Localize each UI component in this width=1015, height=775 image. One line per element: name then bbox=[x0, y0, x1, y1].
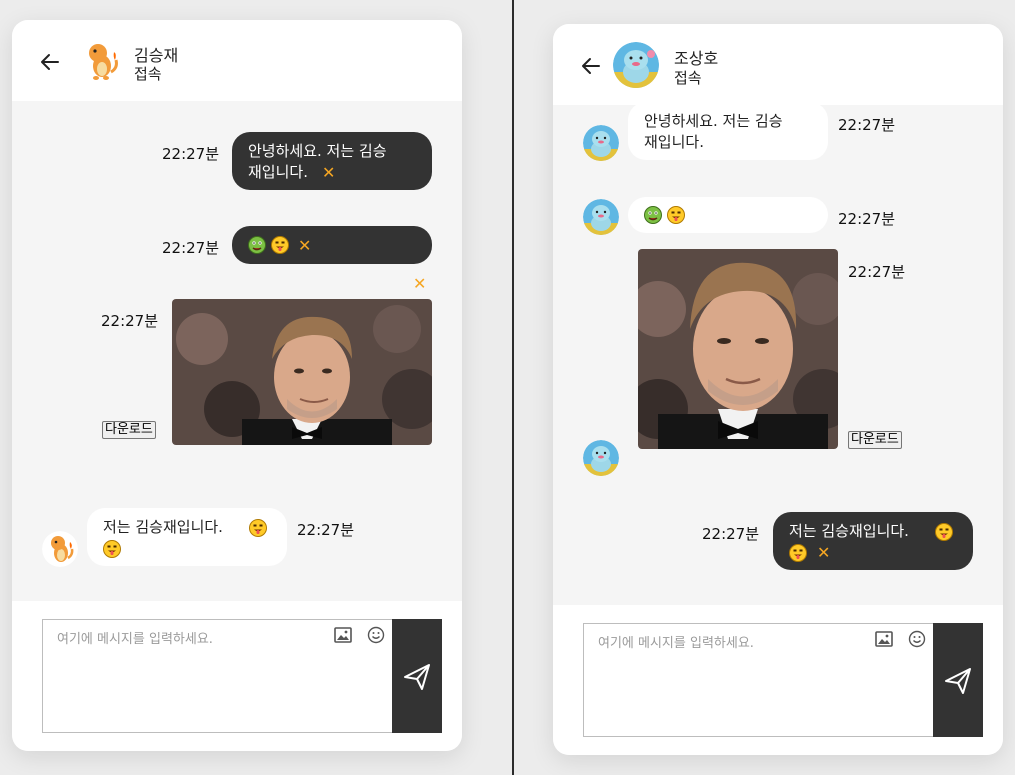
chat-header: 김승재 접속 bbox=[12, 20, 462, 101]
send-button[interactable] bbox=[933, 623, 983, 737]
chat-header: 조상호 접속 bbox=[553, 24, 1003, 105]
message-bubble-received: 안녕하세요. 저는 김승 재입니다. bbox=[628, 102, 828, 160]
delete-icon[interactable]: ✕ bbox=[322, 162, 335, 183]
chat-window-left: 김승재 접속 22:27분 안녕하세요. 저는 김승 재입니다. ✕ 22:27… bbox=[12, 20, 462, 751]
avatar bbox=[583, 440, 619, 476]
tongue-face-emoji-icon bbox=[271, 236, 289, 254]
contact-status: 접속 bbox=[134, 65, 162, 83]
download-button[interactable]: 다운로드 bbox=[848, 431, 902, 449]
message-input-placeholder: 여기에 메시지를 입력하세요. bbox=[598, 636, 754, 651]
panel-divider bbox=[512, 0, 514, 775]
message-time: 22:27분 bbox=[848, 263, 906, 281]
image-icon[interactable] bbox=[334, 627, 352, 643]
message-text: 재입니다. bbox=[644, 133, 704, 151]
message-bubble-sent: 안녕하세요. 저는 김승 재입니다. ✕ bbox=[232, 132, 432, 190]
back-arrow-icon[interactable] bbox=[36, 48, 64, 76]
delete-icon[interactable]: ✕ bbox=[298, 235, 311, 256]
message-text: 저는 김승재입니다. bbox=[789, 522, 909, 540]
tongue-face-emoji-icon bbox=[667, 206, 685, 224]
chat-window-right: 조상호 접속 안녕하세요. 저는 김승 재입니다. 22:27분 22:27분 … bbox=[553, 24, 1003, 755]
message-time: 22:27분 bbox=[162, 239, 220, 257]
message-time: 22:27분 bbox=[838, 116, 896, 134]
composer: 여기에 메시지를 입력하세요. bbox=[12, 601, 462, 751]
sick-face-emoji-icon bbox=[248, 236, 266, 254]
paper-plane-icon bbox=[945, 668, 971, 694]
photo-attachment[interactable] bbox=[638, 249, 838, 449]
message-time: 22:27분 bbox=[101, 312, 159, 330]
delete-icon[interactable]: ✕ bbox=[817, 542, 830, 563]
avatar bbox=[583, 125, 619, 161]
message-bubble-received bbox=[628, 197, 828, 233]
message-time: 22:27분 bbox=[702, 525, 760, 543]
image-icon[interactable] bbox=[875, 631, 893, 647]
message-time: 22:27분 bbox=[838, 210, 896, 228]
message-time: 22:27분 bbox=[162, 145, 220, 163]
composer: 여기에 메시지를 입력하세요. bbox=[553, 605, 1003, 755]
message-bubble-sent: 저는 김승재입니다. ✕ bbox=[773, 512, 973, 570]
message-input-placeholder: 여기에 메시지를 입력하세요. bbox=[57, 632, 213, 647]
avatar[interactable] bbox=[613, 42, 659, 88]
tongue-face-emoji-icon bbox=[103, 540, 121, 558]
message-bubble-received: 저는 김승재입니다. bbox=[87, 508, 287, 566]
emoji-picker-icon[interactable] bbox=[908, 630, 926, 648]
message-text: 안녕하세요. 저는 김승 bbox=[644, 112, 783, 130]
tongue-face-emoji-icon bbox=[789, 544, 807, 562]
emoji-picker-icon[interactable] bbox=[367, 626, 385, 644]
contact-status: 접속 bbox=[674, 69, 702, 87]
back-arrow-icon[interactable] bbox=[577, 52, 605, 80]
message-input[interactable]: 여기에 메시지를 입력하세요. bbox=[583, 623, 935, 737]
message-text: 안녕하세요. 저는 김승 bbox=[248, 142, 387, 160]
avatar bbox=[583, 199, 619, 235]
tongue-face-emoji-icon bbox=[935, 523, 953, 541]
message-text: 저는 김승재입니다. bbox=[103, 518, 223, 536]
avatar bbox=[42, 531, 78, 567]
download-button[interactable]: 다운로드 bbox=[102, 421, 156, 439]
paper-plane-icon bbox=[404, 664, 430, 690]
photo-attachment[interactable] bbox=[172, 299, 432, 445]
avatar[interactable] bbox=[78, 38, 124, 84]
tongue-face-emoji-icon bbox=[249, 519, 267, 537]
message-time: 22:27분 bbox=[297, 521, 355, 539]
sick-face-emoji-icon bbox=[644, 206, 662, 224]
send-button[interactable] bbox=[392, 619, 442, 733]
message-text: 재입니다. bbox=[248, 163, 308, 181]
message-input[interactable]: 여기에 메시지를 입력하세요. bbox=[42, 619, 394, 733]
delete-icon[interactable]: ✕ bbox=[413, 274, 426, 293]
contact-name: 조상호 bbox=[674, 49, 719, 68]
message-bubble-sent: ✕ bbox=[232, 226, 432, 264]
